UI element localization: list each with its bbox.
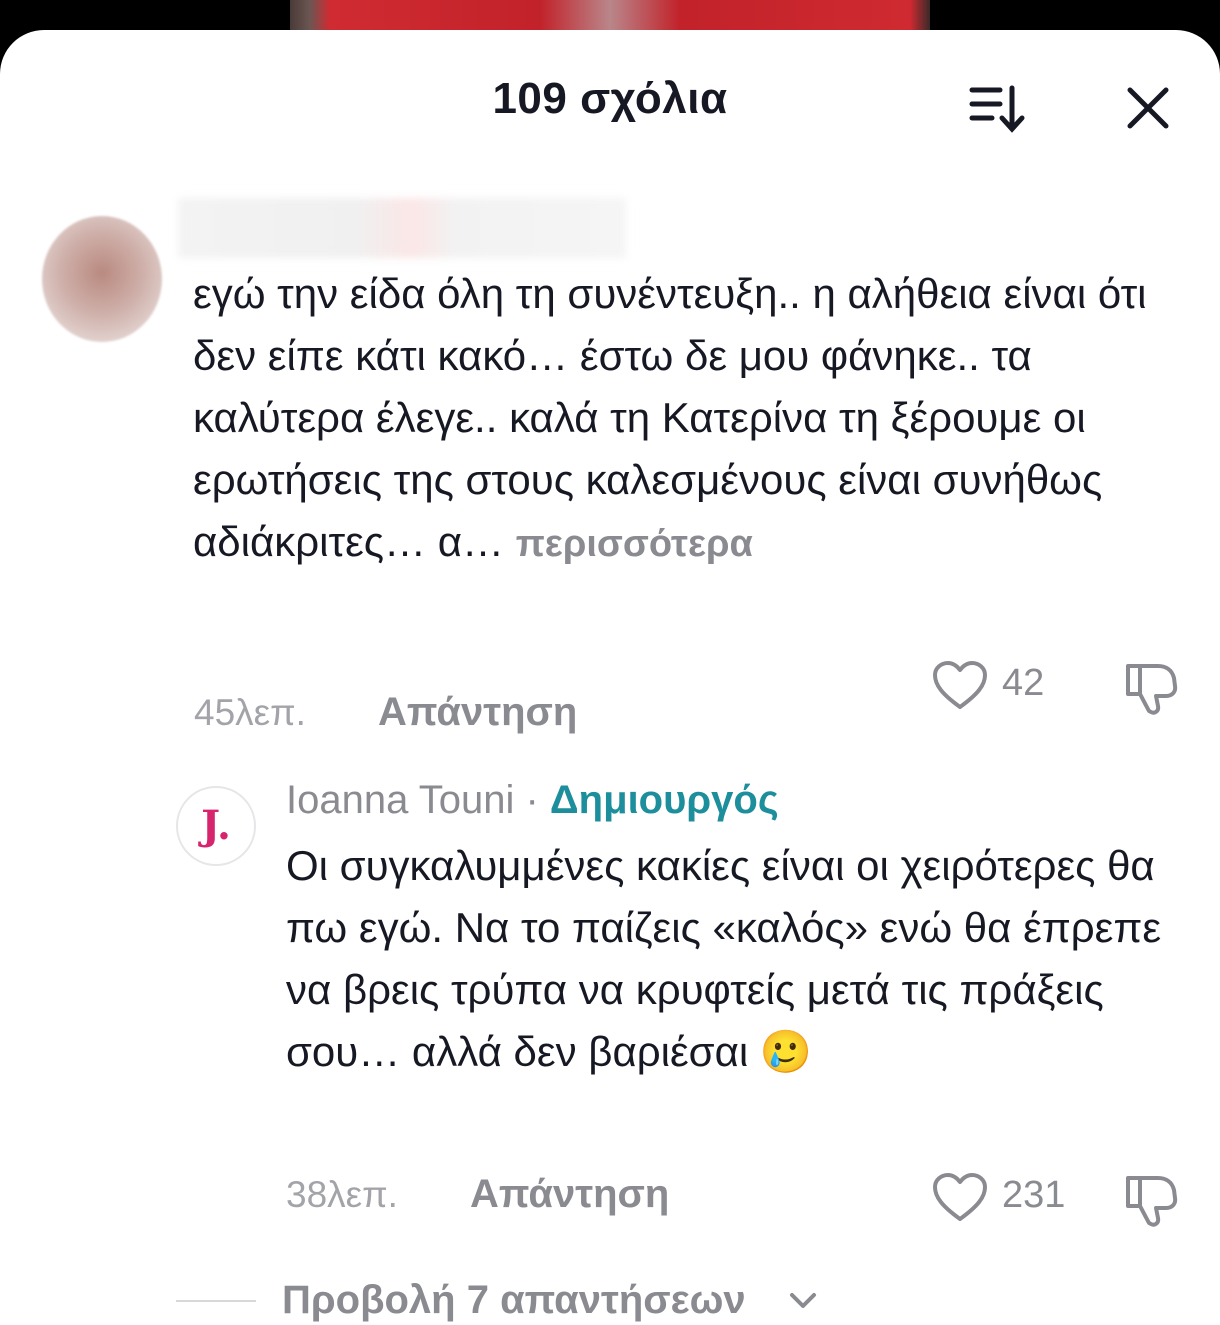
reply-author-line: Ioanna Touni · Δημιουργός (286, 778, 779, 823)
dislike-icon[interactable] (1122, 658, 1180, 716)
close-icon[interactable] (1124, 84, 1172, 132)
reply-button[interactable]: Απάντηση (470, 1172, 669, 1217)
view-replies-label: Προβολή 7 απαντήσεων (282, 1278, 746, 1322)
comment-body: εγώ την είδα όλη τη συνέντευξη.. η αλήθε… (193, 270, 1147, 565)
creator-badge: Δημιουργός (549, 778, 779, 822)
heart-icon[interactable] (932, 1172, 988, 1224)
username-blurred[interactable] (178, 198, 626, 258)
comment-timestamp: 45λεπ. (194, 692, 306, 733)
avatar[interactable] (42, 216, 162, 342)
heart-icon[interactable] (932, 660, 988, 712)
comments-sheet: 109 σχόλια εγώ την είδα όλη τη συνέντευξ… (0, 30, 1220, 1325)
author-name[interactable]: Ioanna Touni (286, 778, 514, 822)
sort-descending-icon[interactable] (968, 82, 1028, 134)
like-count: 231 (1002, 1174, 1066, 1216)
dislike-icon[interactable] (1122, 1170, 1180, 1228)
comments-header: 109 σχόλια (0, 30, 1220, 180)
reply-text: Οι συγκαλυμμένες κακίες είναι οι χειρότε… (286, 842, 1162, 1075)
chevron-down-icon (790, 1293, 816, 1308)
author-separator: · (514, 778, 550, 822)
replies-divider (176, 1300, 256, 1302)
comments-count-title: 109 σχόλια (492, 74, 728, 123)
creator-avatar[interactable]: J. (176, 786, 256, 866)
avatar-logo-letter: J. (201, 802, 231, 849)
comment-text: εγώ την είδα όλη τη συνέντευξη.. η αλήθε… (193, 263, 1193, 575)
read-more-link[interactable]: περισσότερα (516, 523, 753, 565)
like-count: 42 (1002, 662, 1045, 704)
reply-button[interactable]: Απάντηση (378, 690, 577, 735)
reply-timestamp: 38λεπ. (286, 1174, 398, 1215)
